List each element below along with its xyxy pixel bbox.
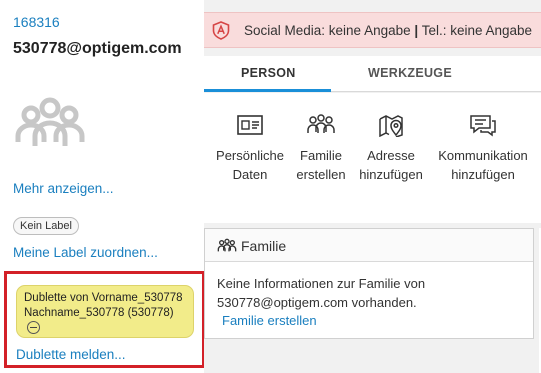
report-duplicate-link[interactable]: Dublette melden... xyxy=(16,347,126,362)
alert-banner: Social Media: keine Angabe | Tel.: keine… xyxy=(204,12,541,48)
ribbon-label: Kommunikation xyxy=(438,148,528,163)
family-info-line2: 530778@optigem.com vorhanden. xyxy=(217,295,417,310)
contact-id[interactable]: 168316 xyxy=(13,14,60,30)
family-icon xyxy=(217,238,237,252)
contact-title: 530778@optigem.com xyxy=(13,40,182,57)
alert-phone: Tel.: keine Angabe xyxy=(421,23,533,38)
duplicate-badge[interactable]: Dublette von Vorname_530778 Nachname_530… xyxy=(16,285,194,338)
duplicate-highlight-frame: Dublette von Vorname_530778 Nachname_530… xyxy=(4,271,205,368)
family-card: Familie Keine Informationen zur Familie … xyxy=(204,228,534,339)
people-group-icon xyxy=(15,97,85,146)
add-address-button[interactable]: Adresse hinzufügen xyxy=(354,93,428,184)
ribbon-label: Daten xyxy=(232,167,268,182)
family-info-line1: Keine Informationen zur Familie von xyxy=(217,276,426,291)
family-card-title: Familie xyxy=(241,238,287,254)
id-card-icon xyxy=(237,115,263,135)
personal-data-button[interactable]: Persönliche Daten xyxy=(213,93,287,184)
ribbon-label: erstellen xyxy=(296,167,346,182)
tab-bar: PERSON WERKZEUGE xyxy=(204,56,541,92)
minus-circle-icon[interactable] xyxy=(27,321,40,334)
chat-bubbles-icon xyxy=(470,115,496,137)
alert-social: Social Media: keine Angabe xyxy=(244,23,411,38)
ribbon-label: hinzufügen xyxy=(451,167,515,182)
family-card-header: Familie xyxy=(205,229,533,262)
ribbon-label: Familie xyxy=(300,148,342,163)
ribbon-toolbar: Persönliche Daten Familie erstellen Adre… xyxy=(204,93,541,223)
alert-separator: | xyxy=(414,23,419,38)
add-communication-button[interactable]: Kommunikation hinzufügen xyxy=(433,93,533,184)
duplicate-line1: Dublette von Vorname_530778 xyxy=(24,292,183,304)
create-family-link[interactable]: Familie erstellen xyxy=(222,313,317,328)
map-pin-icon xyxy=(379,115,403,137)
ribbon-label: Persönliche xyxy=(216,148,284,163)
create-family-button[interactable]: Familie erstellen xyxy=(293,93,349,184)
duplicate-line2: Nachname_530778 (530778) xyxy=(24,307,174,319)
contact-sidebar: 168316 530778@optigem.com Mehr anzeigen.… xyxy=(0,0,205,373)
more-link[interactable]: Mehr anzeigen... xyxy=(13,181,114,196)
tab-person[interactable]: PERSON xyxy=(241,66,296,80)
active-tab-indicator xyxy=(204,89,331,92)
label-chip: Kein Label xyxy=(13,217,79,235)
shield-warning-icon xyxy=(212,21,230,40)
ribbon-label: hinzufügen xyxy=(359,167,423,182)
main-panel: Social Media: keine Angabe | Tel.: keine… xyxy=(204,0,541,373)
ribbon-label: Adresse xyxy=(367,148,415,163)
family-info-text: Keine Informationen zur Familie von 5307… xyxy=(217,274,517,312)
tab-tools[interactable]: WERKZEUGE xyxy=(368,66,452,80)
family-icon xyxy=(307,114,335,133)
assign-label-link[interactable]: Meine Label zuordnen... xyxy=(13,245,158,260)
